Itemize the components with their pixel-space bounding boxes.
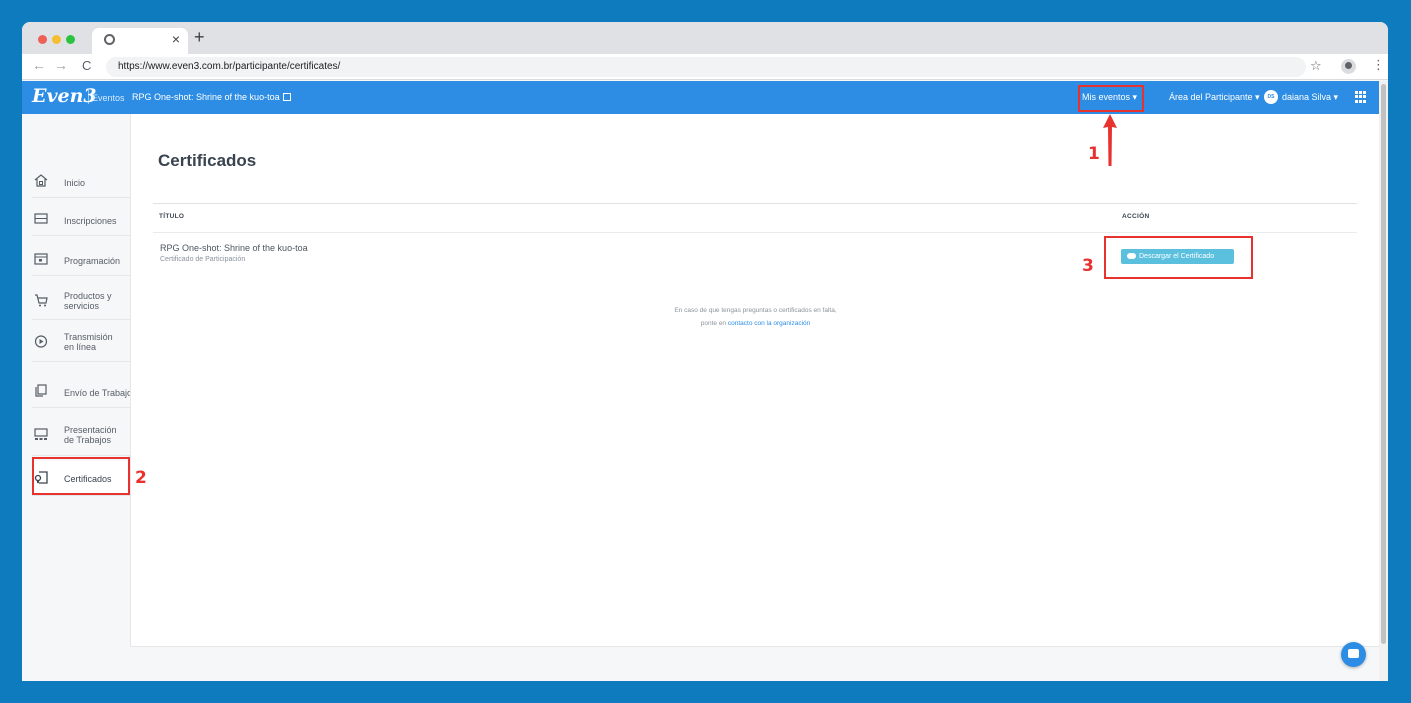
sidebar-item-transmision[interactable]: Transmisión en línea	[32, 322, 130, 362]
help-note-line2: ponte en contacto con la organización	[131, 320, 1380, 327]
annotation-box-2	[32, 457, 130, 495]
page-scrollbar-thumb[interactable]	[1381, 84, 1386, 644]
sidebar-item-productos[interactable]: Productos y servicios	[32, 282, 130, 320]
annotation-number-3: 3	[1082, 256, 1094, 276]
sidebar-item-label: Programación	[64, 256, 121, 266]
header-divider	[88, 90, 89, 104]
ticket-icon	[34, 213, 48, 224]
sidebar-item-label: Productos y servicios	[64, 291, 112, 311]
tab-favicon-icon	[104, 34, 115, 45]
annotation-box-3	[1104, 236, 1253, 279]
home-icon	[34, 174, 48, 187]
calendar-icon	[34, 253, 48, 265]
app-header: Even3 Eventos RPG One-shot: Shrine of th…	[22, 81, 1379, 114]
chat-support-button[interactable]	[1341, 642, 1366, 667]
profile-icon[interactable]	[1341, 59, 1356, 74]
annotation-number-2: 2	[135, 468, 147, 488]
sidebar-item-inicio[interactable]: Inicio	[32, 166, 130, 198]
browser-window: × + ← → C https://www.even3.com.br/parti…	[22, 22, 1388, 681]
bookmark-star-icon[interactable]: ☆	[1310, 58, 1322, 74]
external-link-icon	[282, 93, 291, 101]
help-note-line1: En caso de que tengas preguntas o certif…	[674, 307, 837, 314]
cart-icon	[35, 294, 48, 307]
sidebar-item-label: Transmisión en línea	[64, 332, 113, 352]
new-tab-button[interactable]: +	[194, 27, 205, 48]
sidebar-item-label: Presentación de Trabajos	[64, 425, 117, 445]
url-text: https://www.even3.com.br/participante/ce…	[118, 61, 341, 72]
area-participante-dropdown[interactable]: Área del Participante ▾	[1169, 92, 1260, 103]
sidebar-item-label: Inscripciones	[64, 216, 117, 226]
sidebar: Inicio Inscripciones Programación Produc…	[22, 114, 130, 681]
sidebar-item-label: Envío de Trabajos	[64, 388, 130, 398]
avatar[interactable]: DS	[1264, 90, 1278, 104]
contact-organization-link[interactable]: contacto con la organización	[728, 320, 810, 327]
browser-menu-icon[interactable]: ⋮	[1372, 57, 1385, 73]
certificate-subtitle: Certificado de Participación	[160, 256, 246, 263]
tab-strip: × +	[22, 22, 1388, 54]
even3-logo[interactable]: Even3	[32, 85, 97, 107]
copy-icon	[35, 384, 47, 397]
main-panel: Certificados TÍTULO ACCIÓN RPG One-shot:…	[130, 114, 1379, 647]
help-note-prefix: ponte en	[700, 320, 728, 327]
apps-grid-icon[interactable]	[1355, 91, 1367, 103]
back-arrow-icon[interactable]: ←	[32, 57, 46, 73]
table-header: TÍTULO ACCIÓN	[153, 203, 1357, 233]
forward-arrow-icon[interactable]: →	[54, 57, 68, 73]
sidebar-item-presentacion[interactable]: Presentación de Trabajos	[32, 414, 130, 456]
page-title: Certificados	[158, 151, 257, 170]
tab-close-icon[interactable]: ×	[172, 31, 180, 47]
close-window-button[interactable]	[38, 35, 47, 44]
address-bar[interactable]: https://www.even3.com.br/participante/ce…	[106, 57, 1306, 77]
eventos-link[interactable]: Eventos	[92, 93, 125, 103]
minimize-window-button[interactable]	[52, 35, 61, 44]
column-header-title: TÍTULO	[159, 213, 185, 220]
maximize-window-button[interactable]	[66, 35, 75, 44]
certificate-title: RPG One-shot: Shrine of the kuo-toa	[160, 243, 308, 253]
annotation-box-1	[1078, 85, 1144, 112]
user-menu-dropdown[interactable]: daiana Silva ▾	[1282, 92, 1338, 103]
annotation-number-1: 1	[1088, 144, 1100, 164]
sidebar-item-envio-trabajos[interactable]: Envío de Trabajos	[32, 376, 130, 408]
annotation-arrow-icon	[1103, 114, 1117, 166]
browser-toolbar: ← → C https://www.even3.com.br/participa…	[22, 54, 1388, 80]
sidebar-item-programacion[interactable]: Programación	[32, 244, 130, 276]
sidebar-item-inscripciones[interactable]: Inscripciones	[32, 204, 130, 236]
play-icon	[34, 335, 48, 348]
column-header-action: ACCIÓN	[1122, 213, 1150, 220]
event-name-label: RPG One-shot: Shrine of the kuo-toa	[132, 92, 280, 102]
sidebar-item-label: Inicio	[64, 178, 86, 188]
event-name-link[interactable]: RPG One-shot: Shrine of the kuo-toa	[132, 92, 291, 102]
reload-icon[interactable]: C	[82, 58, 91, 73]
browser-tab[interactable]: ×	[92, 28, 188, 54]
presentation-icon	[34, 428, 48, 440]
